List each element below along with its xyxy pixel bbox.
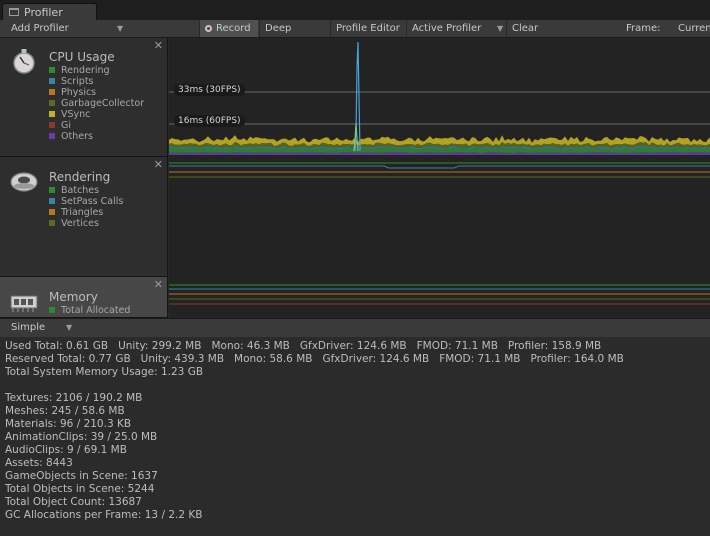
legend-item-triangles[interactable]: Triangles (49, 207, 123, 218)
legend-item-vertices[interactable]: Vertices (49, 218, 123, 229)
tab-profiler[interactable]: Profiler (2, 3, 97, 21)
close-icon[interactable]: ✕ (154, 278, 163, 291)
cpu-usage-graph[interactable]: 33ms (30FPS) 16ms (60FPS) (169, 38, 710, 157)
legend-swatch (49, 198, 55, 204)
animation-clips-line: AnimationClips: 39 / 25.0 MB (5, 431, 158, 443)
legend-item-batches[interactable]: Batches (49, 185, 123, 196)
rendering-title: Rendering (49, 170, 111, 184)
rendering-legend: Batches SetPass Calls Triangles Vertices (49, 185, 123, 229)
memory-graph-canvas (169, 284, 710, 305)
legend-swatch (49, 111, 55, 117)
cpu-usage-title: CPU Usage (49, 50, 115, 64)
assets-line: Assets: 8443 (5, 457, 73, 469)
teapot-icon (10, 172, 38, 192)
profiler-toolbar: Add Profiler ▼ Record Deep Profile Profi… (0, 20, 710, 51)
legend-item-total-allocated[interactable]: Total Allocated (49, 305, 130, 316)
stopwatch-icon (13, 49, 35, 74)
cpu-graph-canvas (169, 41, 710, 155)
cpu-usage-module[interactable]: CPU Usage Rendering Scripts Physics Garb… (0, 38, 168, 157)
legend-swatch (49, 307, 55, 313)
dropdown-arrow-icon: ▼ (66, 323, 73, 332)
profiler-icon (9, 8, 19, 16)
legend-swatch (49, 209, 55, 215)
legend-swatch (49, 67, 55, 73)
total-object-count-line: Total Object Count: 13687 (5, 496, 142, 508)
legend-item-garbage-collector[interactable]: GarbageCollector (49, 98, 144, 109)
audio-clips-line: AudioClips: 9 / 69.1 MB (5, 444, 127, 456)
dropdown-arrow-icon: ▼ (117, 24, 124, 33)
memory-graph[interactable] (169, 277, 710, 318)
legend-item-physics[interactable]: Physics (49, 87, 144, 98)
dropdown-arrow-icon: ▼ (497, 24, 504, 33)
active-profiler-dropdown[interactable]: Active Profiler ▼ (406, 20, 507, 37)
add-profiler-dropdown[interactable]: Add Profiler ▼ (0, 20, 126, 37)
legend-swatch (49, 122, 55, 128)
tab-label: Profiler (24, 6, 63, 19)
setpass-calls-line (169, 165, 710, 169)
rendering-graph-canvas (169, 162, 710, 178)
add-profiler-label: Add Profiler (11, 23, 69, 34)
legend-item-others[interactable]: Others (49, 131, 144, 142)
memory-title: Memory (49, 290, 98, 304)
legend-swatch (49, 133, 55, 139)
record-icon (205, 25, 212, 32)
legend-item-gi[interactable]: Gi (49, 120, 144, 131)
close-icon[interactable]: ✕ (154, 39, 163, 52)
rendering-module[interactable]: Rendering Batches SetPass Calls Triangle… (0, 157, 168, 277)
gameobjects-in-scene-line: GameObjects in Scene: 1637 (5, 470, 158, 482)
clear-button[interactable]: Clear (506, 20, 546, 37)
memory-chip-icon (10, 295, 38, 312)
legend-item-scripts[interactable]: Scripts (49, 76, 144, 87)
gc-allocations-line: GC Allocations per Frame: 13 / 2.2 KB (5, 509, 203, 521)
profile-editor-label: Profile Editor (336, 23, 400, 34)
fps60-marker-label: 16ms (60FPS) (174, 115, 245, 127)
view-mode-dropdown[interactable]: Simple ▼ (0, 319, 77, 337)
rendering-graph[interactable] (169, 157, 710, 277)
record-label: Record (216, 23, 251, 34)
fps30-marker-label: 33ms (30FPS) (174, 84, 245, 96)
profile-editor-button[interactable]: Profile Editor (330, 20, 406, 37)
frame-label: Frame: (626, 23, 661, 34)
used-total-line: Used Total: 0.61 GB Unity: 299.2 MB Mono… (5, 340, 602, 352)
legend-swatch (49, 89, 55, 95)
materials-line: Materials: 96 / 210.3 KB (5, 418, 132, 430)
deep-profile-button[interactable]: Deep Profile (259, 20, 330, 51)
clear-label: Clear (512, 23, 539, 34)
legend-swatch (49, 220, 55, 226)
meshes-line: Meshes: 245 / 58.6 MB (5, 405, 125, 417)
memory-module[interactable]: Memory Total Allocated ✕ (0, 277, 168, 318)
reserved-total-line: Reserved Total: 0.77 GB Unity: 439.3 MB … (5, 353, 624, 365)
tab-bar: Profiler (0, 0, 710, 21)
memory-legend: Total Allocated (49, 305, 130, 316)
memory-details-panel: Used Total: 0.61 GB Unity: 299.2 MB Mono… (0, 337, 710, 536)
legend-swatch (49, 78, 55, 84)
view-mode-label: Simple (11, 322, 46, 333)
total-objects-in-scene-line: Total Objects in Scene: 5244 (5, 483, 155, 495)
view-mode-bar: Simple ▼ (0, 318, 710, 338)
textures-line: Textures: 2106 / 190.2 MB (5, 392, 143, 404)
cpu-legend: Rendering Scripts Physics GarbageCollect… (49, 65, 144, 142)
current-frame-button[interactable]: Current (678, 20, 710, 37)
legend-swatch (49, 187, 55, 193)
cpu-spike-line (354, 41, 361, 152)
active-profiler-label: Active Profiler (412, 23, 482, 34)
record-button[interactable]: Record (199, 20, 258, 37)
legend-swatch (49, 100, 55, 106)
legend-item-rendering[interactable]: Rendering (49, 65, 144, 76)
legend-item-vsync[interactable]: VSync (49, 109, 144, 120)
legend-item-setpass-calls[interactable]: SetPass Calls (49, 196, 123, 207)
total-system-memory-line: Total System Memory Usage: 1.23 GB (5, 366, 204, 378)
close-icon[interactable]: ✕ (154, 158, 163, 171)
